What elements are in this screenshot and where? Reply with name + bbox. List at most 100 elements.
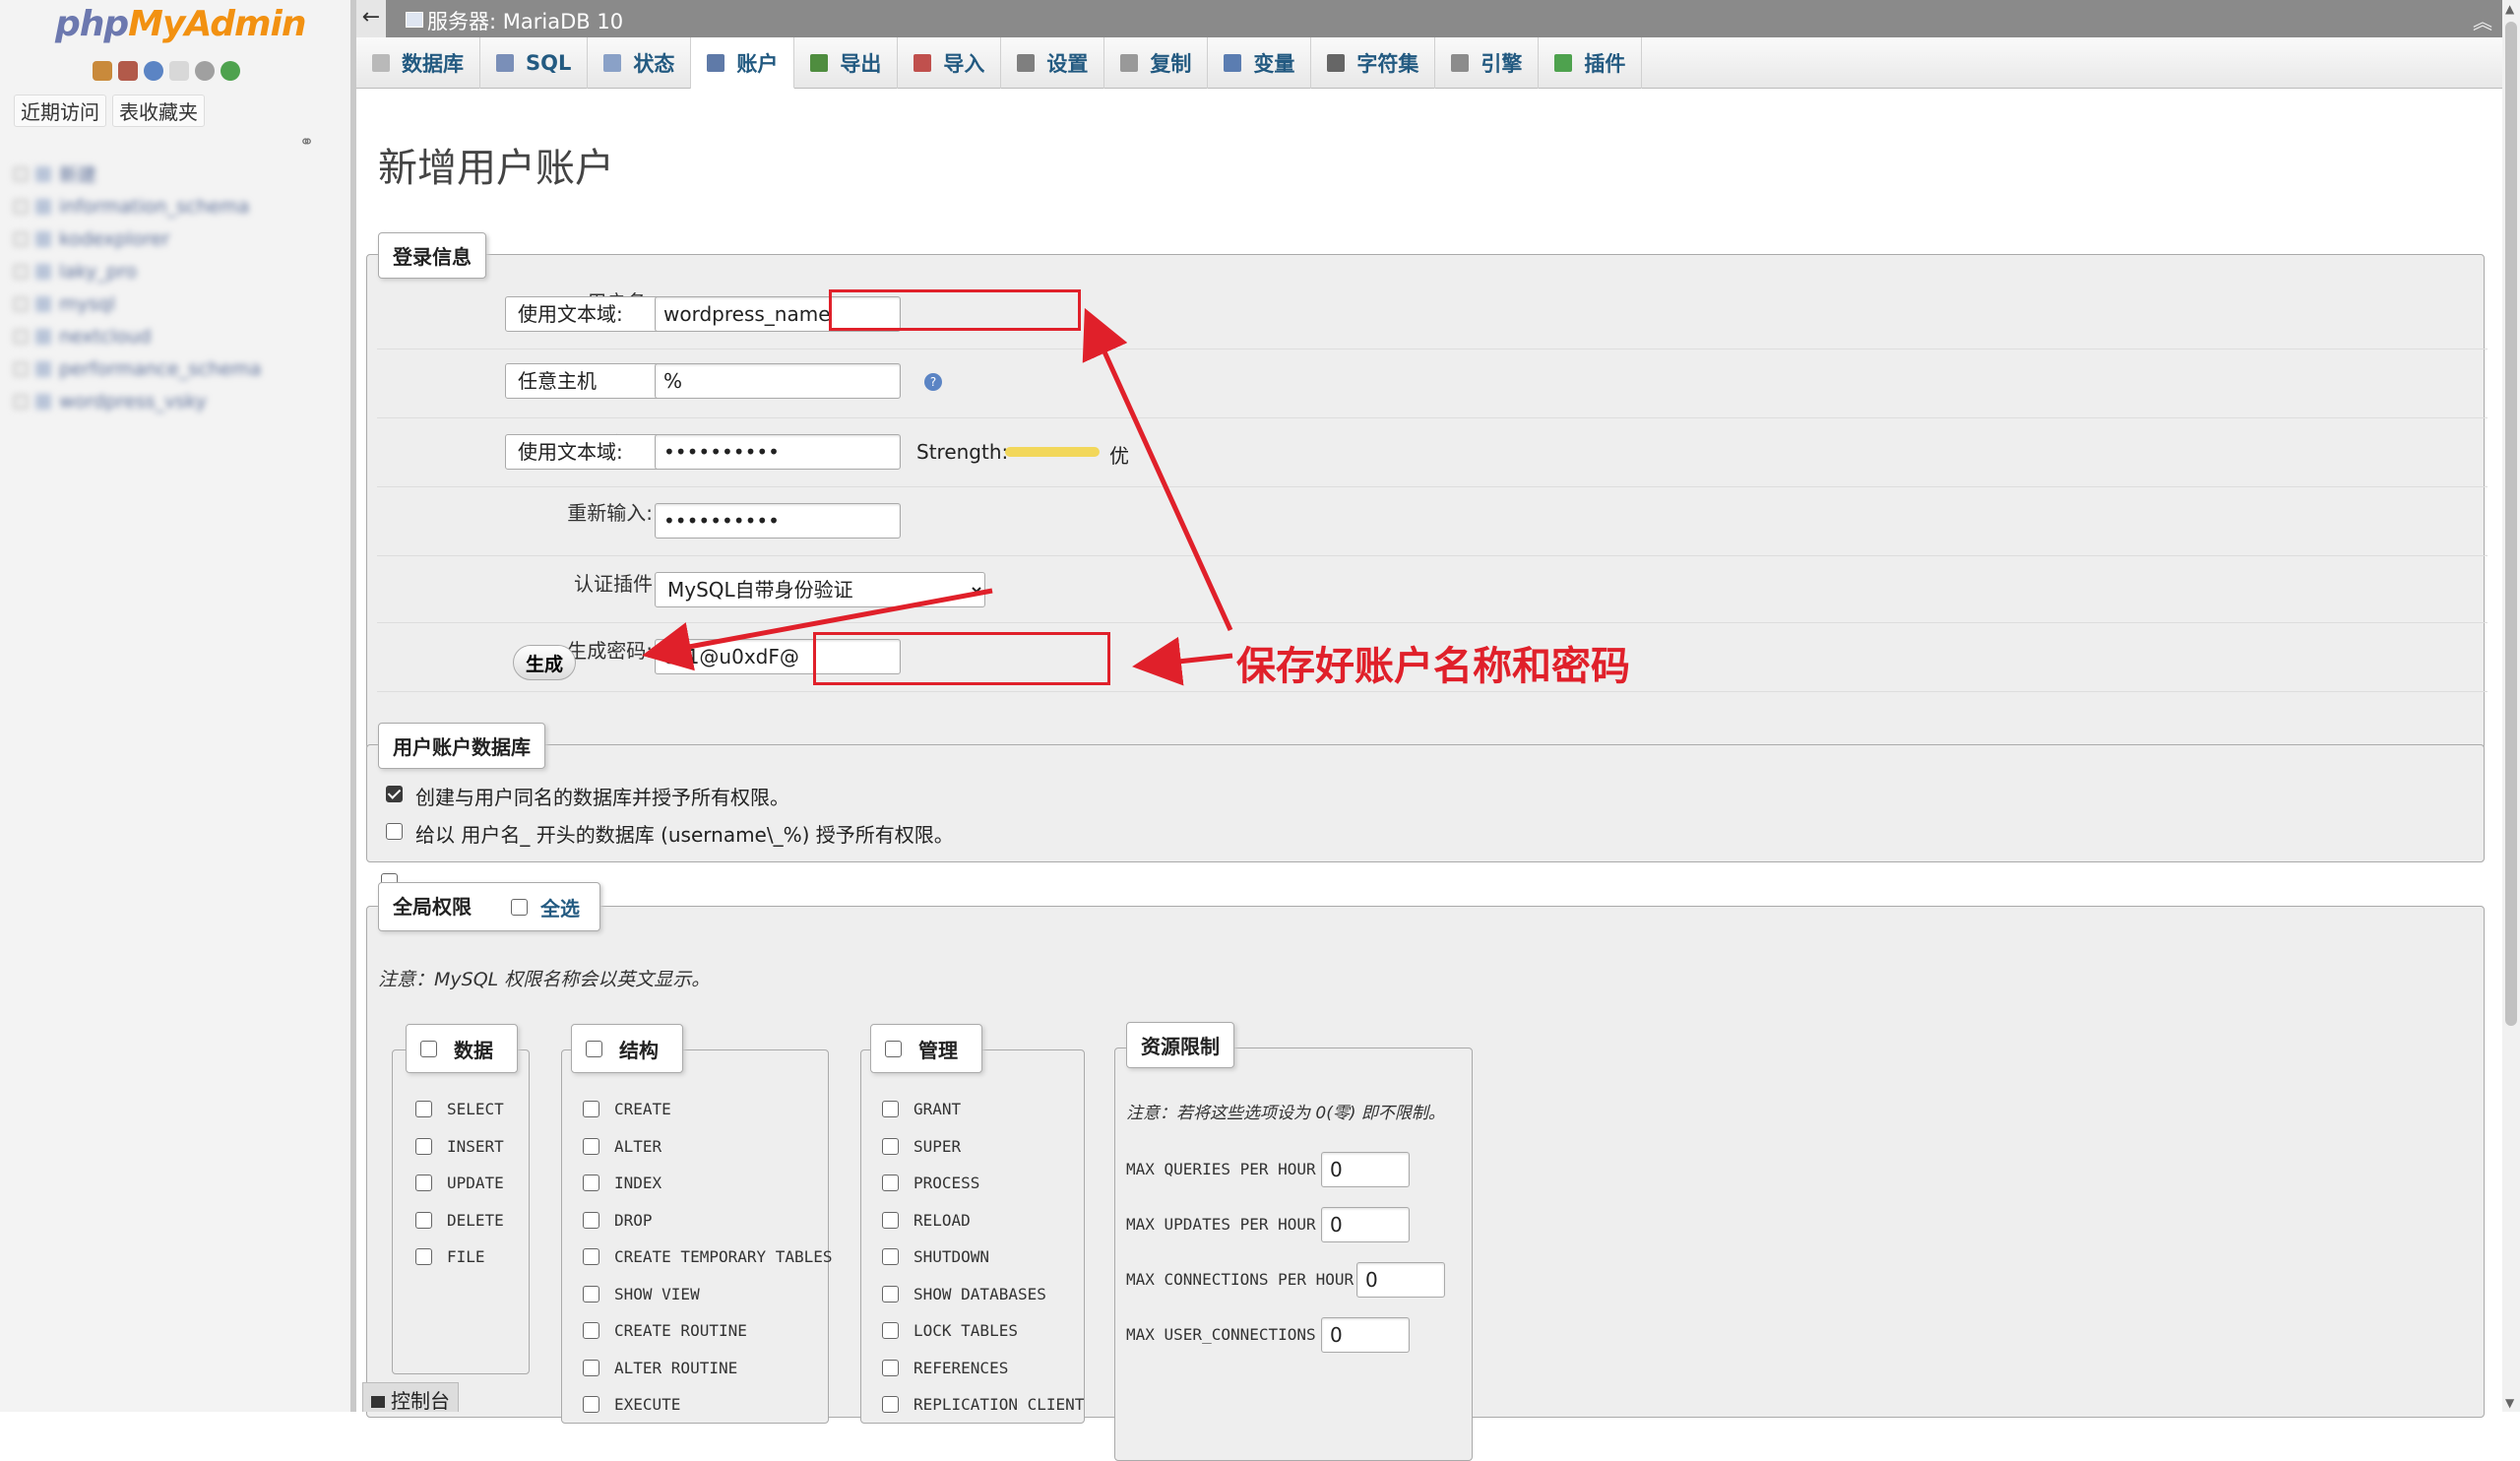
help-icon[interactable]: ? — [924, 373, 942, 391]
resource-limit-input[interactable] — [1321, 1317, 1410, 1353]
tree-item[interactable]: mysql — [14, 287, 261, 320]
home-icon[interactable] — [93, 61, 112, 81]
console-tab[interactable]: 控制台 — [362, 1382, 459, 1413]
privilege-checkbox[interactable] — [415, 1101, 432, 1117]
privilege-checkbox[interactable] — [583, 1175, 599, 1191]
tree-item-label[interactable]: mysql — [59, 293, 115, 315]
privilege-checkbox[interactable] — [415, 1211, 432, 1229]
privilege-checkbox[interactable] — [583, 1322, 599, 1339]
help-icon[interactable] — [144, 61, 163, 81]
data-select-all-checkbox[interactable] — [420, 1041, 437, 1057]
resource-limit-input[interactable] — [1321, 1207, 1410, 1242]
tree-item-label[interactable]: laky_pro — [59, 261, 137, 283]
tab-wrench[interactable]: 设置 — [1001, 37, 1105, 89]
expand-icon[interactable] — [14, 199, 28, 214]
grant-prefix-db-label[interactable]: 给以 用户名_ 开头的数据库 (username\_%) 授予所有权限。 — [415, 819, 954, 848]
back-arrow-icon[interactable]: ← — [356, 0, 386, 37]
tree-item[interactable]: performance_schema — [14, 352, 261, 385]
tab-engine[interactable]: 引擎 — [1435, 37, 1540, 89]
expand-icon[interactable] — [14, 329, 28, 344]
generate-password-button[interactable]: 生成 — [513, 645, 577, 680]
privilege-checkbox[interactable] — [583, 1285, 599, 1302]
privilege-label[interactable]: EXECUTE — [614, 1395, 680, 1414]
link-with-main-icon[interactable]: ⚭ — [299, 132, 314, 153]
privilege-checkbox[interactable] — [882, 1137, 899, 1155]
tree-item-label[interactable]: information_schema — [59, 196, 249, 218]
tab-sql[interactable]: SQL — [480, 37, 589, 89]
select-all-label[interactable]: 全选 — [540, 893, 580, 921]
tree-item[interactable]: wordpress_vsky — [14, 385, 261, 417]
privilege-label[interactable]: CREATE ROUTINE — [614, 1321, 747, 1340]
select-all-privileges-checkbox[interactable] — [511, 899, 528, 916]
tab-charset[interactable]: 字符集 — [1311, 37, 1436, 89]
privilege-label[interactable]: REPLICATION CLIENT — [914, 1395, 1084, 1414]
scroll-up-icon[interactable]: ▲ — [2505, 2, 2514, 16]
privilege-checkbox[interactable] — [882, 1359, 899, 1376]
tab-import[interactable]: 导入 — [898, 37, 1002, 89]
scrollbar-thumb[interactable] — [2505, 22, 2517, 1026]
privilege-checkbox[interactable] — [882, 1248, 899, 1265]
resource-limit-input[interactable] — [1321, 1152, 1410, 1187]
privilege-label[interactable]: SUPER — [914, 1137, 961, 1156]
tree-item[interactable]: kodexplorer — [14, 222, 261, 255]
privilege-checkbox[interactable] — [415, 1248, 432, 1265]
privilege-checkbox[interactable] — [415, 1175, 432, 1191]
tree-item-label[interactable]: nextcloud — [59, 326, 152, 348]
tab-database[interactable]: 数据库 — [356, 37, 480, 89]
privilege-label[interactable]: CREATE TEMPORARY TABLES — [614, 1247, 833, 1266]
privilege-checkbox[interactable] — [583, 1137, 599, 1155]
scroll-down-icon[interactable]: ▼ — [2505, 1396, 2514, 1410]
favorite-tables-link[interactable]: 表收藏夹 — [112, 95, 205, 127]
privilege-label[interactable]: CREATE — [614, 1100, 671, 1118]
tree-item-label[interactable]: performance_schema — [59, 358, 261, 380]
logout-icon[interactable] — [118, 61, 138, 81]
expand-icon[interactable] — [14, 361, 28, 376]
privilege-checkbox[interactable] — [882, 1175, 899, 1191]
page-scrollbar[interactable]: ▲ ▼ — [2502, 0, 2520, 1412]
reload-icon[interactable] — [220, 61, 240, 81]
privilege-label[interactable]: FILE — [447, 1247, 485, 1266]
recent-tables-link[interactable]: 近期访问 — [14, 95, 106, 127]
privilege-label[interactable]: SHOW VIEW — [614, 1285, 700, 1303]
privilege-checkbox[interactable] — [882, 1211, 899, 1229]
expand-icon[interactable] — [14, 264, 28, 279]
create-same-name-db-checkbox-visible[interactable] — [386, 786, 403, 802]
structure-select-all-checkbox[interactable] — [586, 1041, 602, 1057]
privilege-label[interactable]: SHOW DATABASES — [914, 1285, 1046, 1303]
privilege-checkbox[interactable] — [583, 1101, 599, 1117]
server-title[interactable]: 服务器: MariaDB 10 — [427, 6, 623, 35]
privilege-checkbox[interactable] — [583, 1359, 599, 1376]
privilege-label[interactable]: SELECT — [447, 1100, 504, 1118]
tree-item-label[interactable]: kodexplorer — [59, 228, 169, 250]
password-input[interactable] — [655, 434, 901, 470]
phpmyadmin-logo[interactable]: phpMyAdmin — [55, 4, 306, 44]
tree-item[interactable]: laky_pro — [14, 255, 261, 287]
privilege-checkbox[interactable] — [882, 1285, 899, 1302]
tree-item[interactable]: 新建 — [14, 158, 261, 190]
privilege-checkbox[interactable] — [882, 1396, 899, 1413]
retype-password-input[interactable] — [655, 503, 901, 539]
privilege-label[interactable]: REFERENCES — [914, 1359, 1008, 1377]
privilege-label[interactable]: DROP — [614, 1211, 653, 1230]
privilege-checkbox[interactable] — [415, 1137, 432, 1155]
settings-gear-icon[interactable] — [195, 61, 215, 81]
tree-item-label[interactable]: 新建 — [59, 160, 96, 187]
create-same-name-db-label[interactable]: 创建与用户同名的数据库并授予所有权限。 — [415, 782, 789, 810]
privilege-label[interactable]: SHUTDOWN — [914, 1247, 989, 1266]
expand-icon[interactable] — [14, 166, 28, 181]
privilege-checkbox[interactable] — [583, 1396, 599, 1413]
tab-variables[interactable]: 变量 — [1208, 37, 1312, 89]
tab-plugin[interactable]: 插件 — [1539, 37, 1643, 89]
privilege-label[interactable]: INSERT — [447, 1137, 504, 1156]
privilege-checkbox[interactable] — [882, 1101, 899, 1117]
tab-export[interactable]: 导出 — [794, 37, 899, 89]
privilege-label[interactable]: PROCESS — [914, 1174, 979, 1192]
privilege-checkbox[interactable] — [583, 1248, 599, 1265]
privilege-checkbox[interactable] — [882, 1322, 899, 1339]
tree-item-label[interactable]: wordpress_vsky — [59, 391, 207, 413]
admin-select-all-checkbox[interactable] — [885, 1041, 902, 1057]
collapse-icon[interactable]: ︽ — [2473, 6, 2492, 34]
privilege-label[interactable]: GRANT — [914, 1100, 961, 1118]
privilege-label[interactable]: ALTER ROUTINE — [614, 1359, 737, 1377]
resource-limit-input[interactable] — [1356, 1262, 1445, 1298]
